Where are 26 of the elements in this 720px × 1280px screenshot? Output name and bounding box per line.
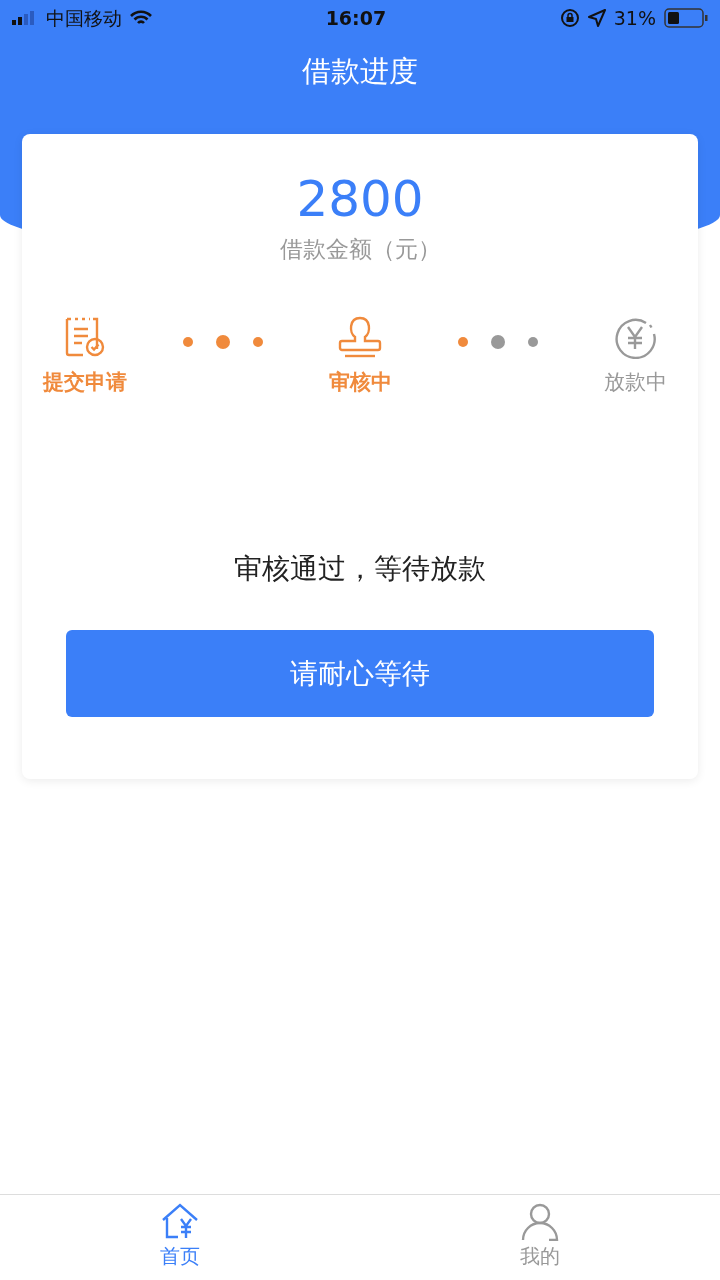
page-title: 借款进度 [301,53,419,90]
battery-percent: 31% [613,5,656,31]
rotation-lock-icon [559,8,580,28]
progress-dot [527,337,538,348]
house-yen-icon [160,1203,200,1241]
home-tab[interactable]: 首页 [160,1195,200,1280]
progress-dot [457,337,468,348]
person-icon [520,1203,560,1241]
location-icon [587,9,606,27]
step-label: 提交申请 [43,368,127,396]
wait-button[interactable]: 请耐心等待 [66,630,654,717]
profile-tab[interactable]: 我的 [520,1195,560,1280]
battery-icon [664,8,708,28]
progress-dot [215,335,230,350]
progress-dot [182,337,193,348]
progress-dot [490,335,505,350]
step-label: 放款中 [603,368,667,396]
progress-dot [252,337,263,348]
wifi-icon [130,10,152,26]
step-label: 审核中 [328,368,392,396]
loan-amount: 2800 [295,169,425,224]
stamp-icon [337,314,383,359]
amount-label: 借款金额（元） [279,236,441,262]
carrier-name: 中国移动 [46,5,122,31]
clock-time: 16:07 [325,5,387,31]
status-message: 审核通过，等待放款 [234,551,486,587]
